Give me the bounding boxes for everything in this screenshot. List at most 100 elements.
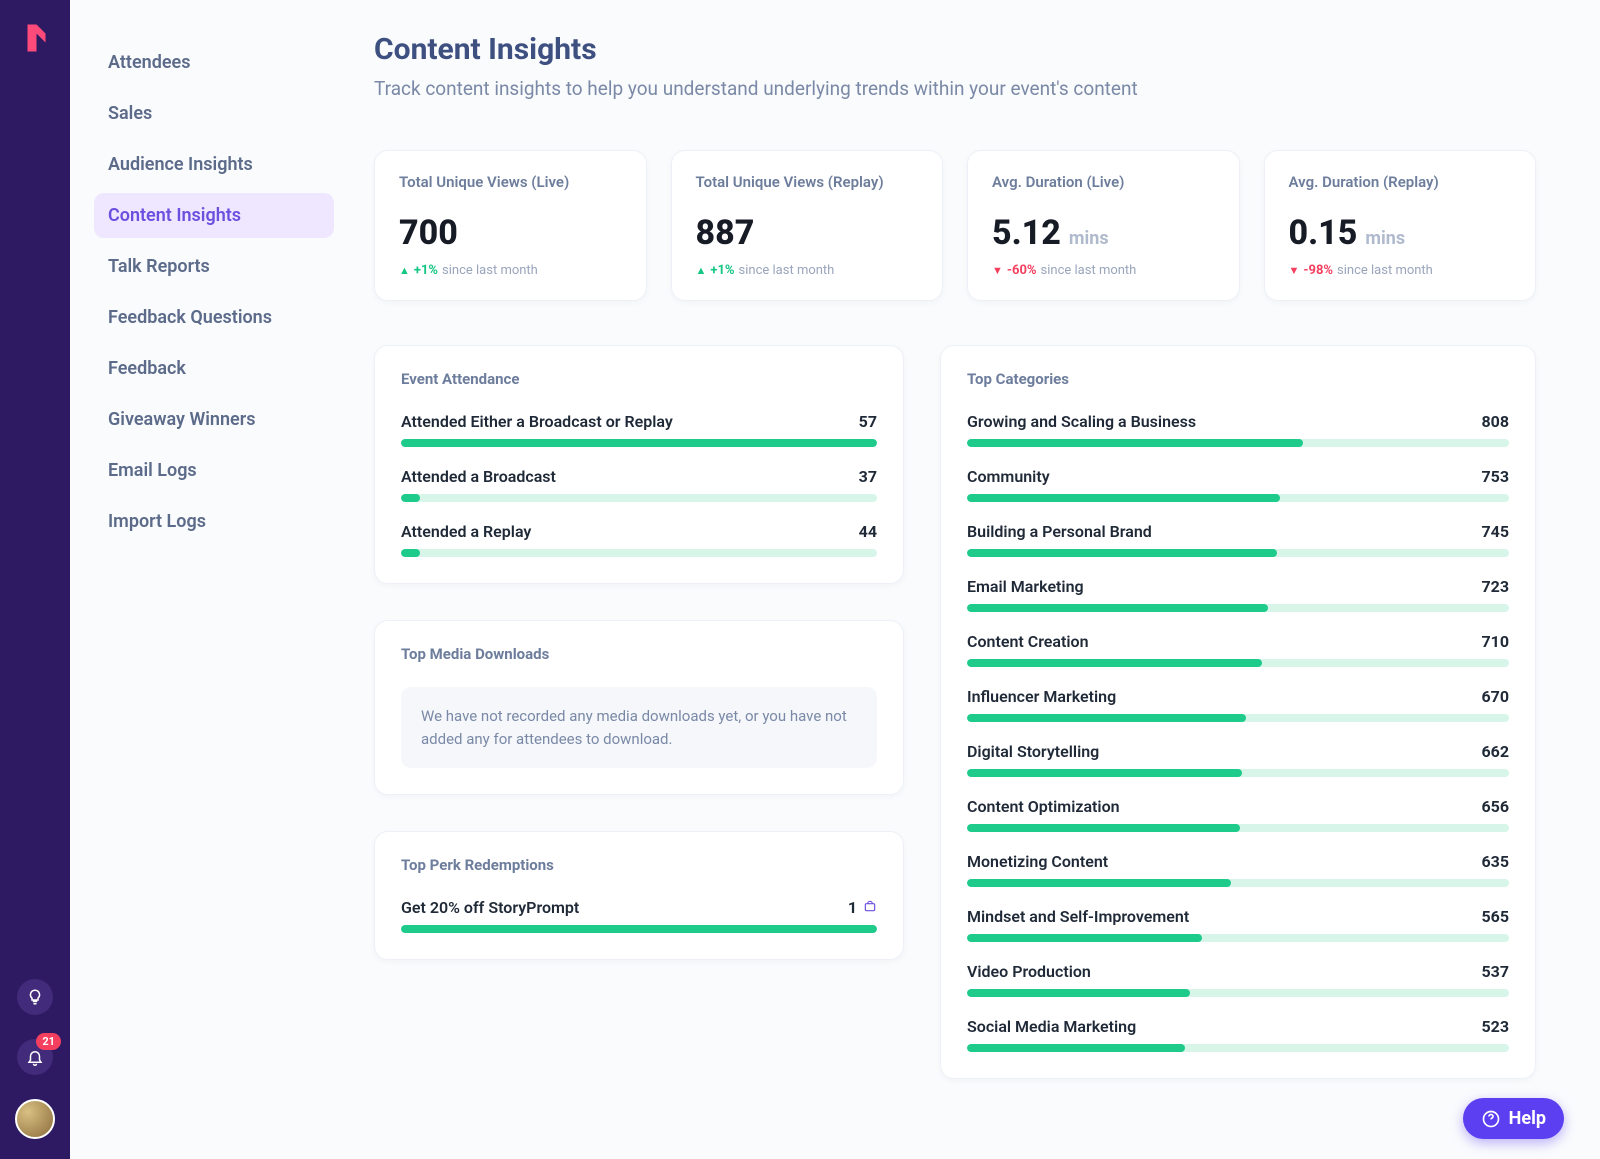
bar-label: Mindset and Self-Improvement [967, 907, 1189, 926]
bar-label: Content Creation [967, 632, 1089, 651]
bar-head: Content Creation 710 [967, 632, 1509, 651]
help-label: Help [1509, 1108, 1546, 1129]
bar-row: Content Creation 710 [967, 632, 1509, 667]
stat-delta: ▲ +1% since last month [696, 263, 919, 278]
avatar[interactable] [15, 1099, 55, 1139]
logo-icon [17, 20, 53, 56]
bar-value: 635 [1481, 852, 1509, 871]
bar-row: Video Production 537 [967, 962, 1509, 997]
bar-fill [967, 769, 1242, 777]
bar-value: 57 [859, 412, 877, 431]
bar-fill [401, 549, 420, 557]
panel-title: Top Categories [967, 370, 1509, 388]
bar-track [401, 494, 877, 502]
triangle-up-icon: ▲ [399, 264, 410, 277]
bar-value: 523 [1481, 1017, 1509, 1036]
panel-title: Event Attendance [401, 370, 877, 388]
bar-row: Community 753 [967, 467, 1509, 502]
left-column: Event Attendance Attended Either a Broad… [374, 345, 904, 960]
bar-label: Building a Personal Brand [967, 522, 1152, 541]
bar-label: Community [967, 467, 1050, 486]
bar-fill [967, 659, 1262, 667]
sidebar-item-feedback[interactable]: Feedback [94, 346, 334, 391]
bar-row: Attended a Broadcast 37 [401, 467, 877, 502]
bar-row: Get 20% off StoryPrompt 1 [401, 898, 877, 933]
stat-value: 5.12 mins [992, 213, 1215, 253]
bar-row: Monetizing Content 635 [967, 852, 1509, 887]
bar-track [967, 659, 1509, 667]
sidebar-item-content-insights[interactable]: Content Insights [94, 193, 334, 238]
sidebar-item-giveaway-winners[interactable]: Giveaway Winners [94, 397, 334, 442]
stat-cards-row: Total Unique Views (Live) 700 ▲ +1% sinc… [374, 150, 1536, 301]
bar-head: Attended Either a Broadcast or Replay 57 [401, 412, 877, 431]
bar-label: Influencer Marketing [967, 687, 1116, 706]
triangle-up-icon: ▲ [696, 264, 707, 277]
bar-row: Content Optimization 656 [967, 797, 1509, 832]
bar-label: Attended Either a Broadcast or Replay [401, 412, 673, 431]
bar-track [401, 549, 877, 557]
media-downloads-panel: Top Media Downloads We have not recorded… [374, 620, 904, 795]
bar-row: Digital Storytelling 662 [967, 742, 1509, 777]
bar-value: 537 [1481, 962, 1509, 981]
stat-delta: ▼ -60% since last month [992, 263, 1215, 278]
sidebar-item-sales[interactable]: Sales [94, 91, 334, 136]
notifications-button[interactable]: 21 [17, 1039, 53, 1075]
bar-track [967, 824, 1509, 832]
bar-fill [967, 714, 1246, 722]
triangle-down-icon: ▼ [992, 264, 1003, 277]
bar-label: Content Optimization [967, 797, 1120, 816]
bar-label: Digital Storytelling [967, 742, 1099, 761]
tips-button[interactable] [17, 979, 53, 1015]
top-categories-panel: Top Categories Growing and Scaling a Bus… [940, 345, 1536, 1079]
sidebar: Attendees Sales Audience Insights Content I… [70, 0, 350, 1159]
page-title: Content Insights [374, 32, 1536, 67]
sidebar-item-attendees[interactable]: Attendees [94, 40, 334, 85]
bar-fill [967, 989, 1190, 997]
bar-fill [967, 879, 1231, 887]
lightbulb-icon [26, 988, 44, 1006]
bar-track [967, 604, 1509, 612]
bar-track [967, 989, 1509, 997]
bar-head: Video Production 537 [967, 962, 1509, 981]
stat-card: Total Unique Views (Live) 700 ▲ +1% sinc… [374, 150, 647, 301]
stat-unit: mins [1069, 228, 1109, 249]
bar-label: Social Media Marketing [967, 1017, 1136, 1036]
bar-fill [967, 1044, 1185, 1052]
stat-card: Avg. Duration (Live) 5.12 mins ▼ -60% si… [967, 150, 1240, 301]
bar-label: Attended a Replay [401, 522, 531, 541]
stat-card: Total Unique Views (Replay) 887 ▲ +1% si… [671, 150, 944, 301]
perk-icon [863, 899, 877, 913]
panel-title: Top Perk Redemptions [401, 856, 877, 874]
empty-message: We have not recorded any media downloads… [401, 687, 877, 768]
main-content: Content Insights Track content insights … [350, 0, 1600, 1159]
sidebar-item-talk-reports[interactable]: Talk Reports [94, 244, 334, 289]
stat-value: 700 [399, 213, 622, 253]
sidebar-item-audience-insights[interactable]: Audience Insights [94, 142, 334, 187]
bar-track [967, 1044, 1509, 1052]
bar-value: 710 [1481, 632, 1509, 651]
bar-head: Attended a Replay 44 [401, 522, 877, 541]
charts-row: Event Attendance Attended Either a Broad… [374, 345, 1536, 1079]
page-subtitle: Track content insights to help you under… [374, 77, 1536, 100]
bar-fill [967, 934, 1202, 942]
sidebar-item-email-logs[interactable]: Email Logs [94, 448, 334, 493]
bar-value: 670 [1481, 687, 1509, 706]
bar-head: Growing and Scaling a Business 808 [967, 412, 1509, 431]
bar-row: Email Marketing 723 [967, 577, 1509, 612]
stat-unit: mins [1365, 228, 1405, 249]
sidebar-item-feedback-questions[interactable]: Feedback Questions [94, 295, 334, 340]
bar-fill [967, 549, 1277, 557]
rail-bottom: 21 [0, 979, 70, 1139]
bar-value: 656 [1481, 797, 1509, 816]
bar-row: Social Media Marketing 523 [967, 1017, 1509, 1052]
bar-row: Building a Personal Brand 745 [967, 522, 1509, 557]
bar-fill [967, 494, 1280, 502]
help-button[interactable]: Help [1463, 1098, 1564, 1139]
bar-head: Social Media Marketing 523 [967, 1017, 1509, 1036]
bar-row: Attended Either a Broadcast or Replay 57 [401, 412, 877, 447]
bar-value: 662 [1481, 742, 1509, 761]
sidebar-item-import-logs[interactable]: Import Logs [94, 499, 334, 544]
bar-fill [401, 925, 877, 933]
app-logo[interactable] [15, 18, 55, 58]
event-attendance-panel: Event Attendance Attended Either a Broad… [374, 345, 904, 584]
